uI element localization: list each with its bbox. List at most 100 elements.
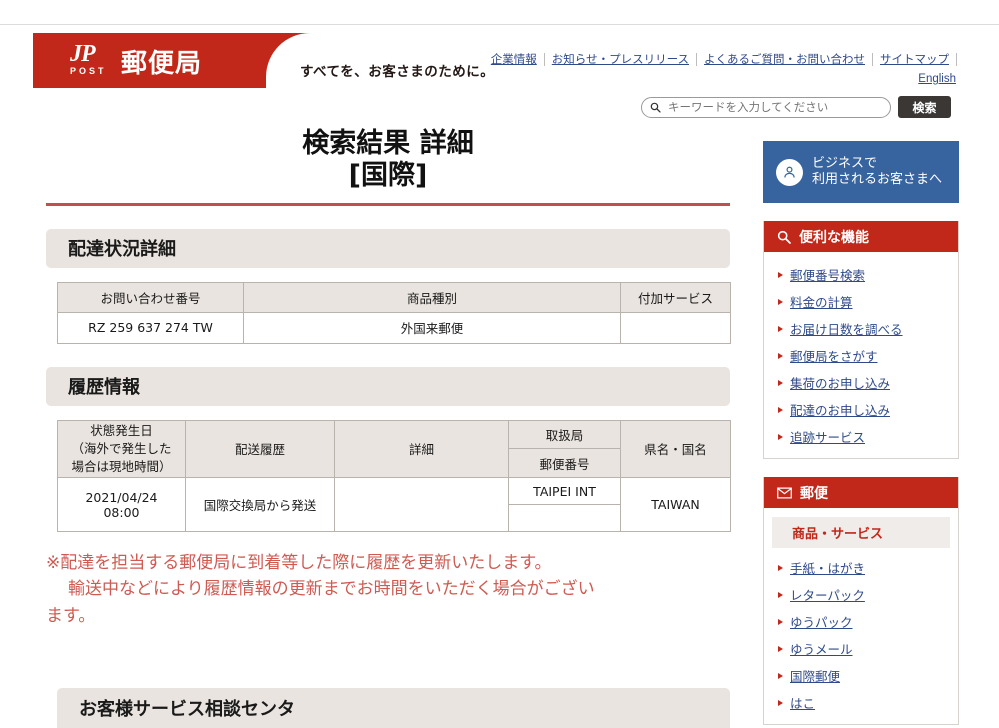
sidebar-item-yu-mail[interactable]: ゆうメール — [764, 635, 958, 662]
sidebar-item-letterpack[interactable]: レターパック — [764, 581, 958, 608]
table-row: 2021/04/24 08:00 国際交換局から発送 TAIPEI INT TA… — [57, 477, 731, 533]
sidebar-item-delivery-days[interactable]: お届け日数を調べる — [764, 315, 958, 342]
col-product-type: 商品種別 — [243, 281, 621, 313]
cell-status-date: 2021/04/24 08:00 — [57, 477, 186, 533]
site-logo[interactable]: JP POST 郵便局 — [68, 42, 202, 80]
nav-link-faq[interactable]: よくあるご質問・お問い合わせ — [697, 51, 872, 67]
envelope-icon — [777, 487, 792, 498]
sidebar-item-international-mail[interactable]: 国際郵便 — [764, 662, 958, 689]
bullet-triangle-icon — [778, 591, 783, 598]
bullet-triangle-icon — [778, 325, 783, 332]
business-banner-line1: ビジネスで — [812, 155, 878, 171]
page-title-line1: 検索結果 詳細 — [302, 128, 474, 159]
col-tracking-number: お問い合わせ番号 — [57, 281, 244, 313]
sidebar-item-label[interactable]: 集荷のお申し込み — [790, 373, 890, 392]
nav-link-sitemap[interactable]: サイトマップ — [873, 51, 956, 67]
cell-shipping-history: 国際交換局から発送 — [185, 477, 335, 533]
search-input[interactable] — [666, 99, 881, 115]
update-notice: ※配達を担当する郵便局に到着等した際に履歴を更新いたします。 輸送中などにより履… — [46, 550, 730, 629]
panel-mail: 郵便 商品・サービス 手紙・はがき レターパック ゆうパック ゆうメール 国際郵… — [763, 477, 959, 725]
search-button[interactable]: 検索 — [898, 96, 951, 118]
col-extra-service: 付加サービス — [620, 281, 731, 313]
panel-header-convenient-functions: 便利な機能 — [764, 221, 958, 252]
bullet-triangle-icon — [778, 699, 783, 706]
sidebar-item-label[interactable]: 郵便番号検索 — [790, 265, 865, 284]
notice-line2: 輸送中などにより履歴情報の更新までお時間をいただく場合がござい — [68, 579, 595, 600]
top-spacer — [0, 0, 999, 24]
sidebar-item-label[interactable]: ゆうメール — [790, 639, 853, 658]
logo-wordmark: 郵便局 — [121, 48, 203, 79]
sidebar-item-delivery-request[interactable]: 配達のお申し込み — [764, 396, 958, 423]
panel-body: 郵便番号検索 料金の計算 お届け日数を調べる 郵便局をさがす 集荷のお申し込み … — [764, 252, 958, 458]
table-row: RZ 259 637 274 TW 外国来郵便 — [57, 311, 731, 344]
main-content: 検索結果 詳細 [国際] 配達状況詳細 お問い合わせ番号 商品種別 付加サービス… — [46, 128, 731, 629]
sidebar-item-fee-calculation[interactable]: 料金の計算 — [764, 288, 958, 315]
bullet-triangle-icon — [778, 618, 783, 625]
cell-status-date-line1: 2021/04/24 — [85, 489, 158, 505]
col-status-date-line1: 状態発生日 — [90, 422, 153, 438]
panel-title: 郵便 — [800, 485, 828, 502]
bullet-triangle-icon — [778, 298, 783, 305]
business-banner-text: ビジネスで 利用されるお客さまへ — [812, 156, 942, 189]
jp-mark-letters: JP — [70, 41, 96, 67]
history-table: 状態発生日 （海外で発生した 場合は現地時間） 配送履歴 詳細 取扱局 県名・国… — [57, 419, 731, 533]
col-status-date-line2: （海外で発生した — [71, 440, 172, 456]
bullet-triangle-icon — [778, 379, 783, 386]
notice-line3: ます。 — [46, 605, 96, 626]
sidebar-item-tracking-service[interactable]: 追跡サービス — [764, 423, 958, 450]
search-icon — [777, 230, 791, 244]
sidebar-item-label[interactable]: レターパック — [790, 585, 865, 604]
cell-extra-service — [620, 311, 731, 344]
site-tagline: すべてを、お客さまのために。 — [300, 64, 495, 80]
col-status-date: 状態発生日 （海外で発生した 場合は現地時間） — [57, 419, 186, 479]
right-sidebar: ビジネスで 利用されるお客さまへ 便利な機能 郵便番号検索 料金の計算 お届け日 — [763, 141, 959, 725]
col-shipping-history: 配送履歴 — [185, 419, 335, 479]
sidebar-item-letters-postcards[interactable]: 手紙・はがき — [764, 554, 958, 581]
jp-post-logo-icon: JP POST — [68, 42, 112, 80]
section-heading-delivery-status: 配達状況詳細 — [46, 228, 730, 268]
col-postal-code: 郵便番号 — [508, 448, 621, 479]
business-customers-banner[interactable]: ビジネスで 利用されるお客さまへ — [763, 141, 959, 203]
bullet-triangle-icon — [778, 406, 783, 413]
col-status-date-line3: 場合は現地時間） — [71, 458, 172, 474]
col-region-country: 県名・国名 — [620, 419, 731, 479]
delivery-status-table: お問い合わせ番号 商品種別 付加サービス RZ 259 637 274 TW 外… — [57, 281, 731, 344]
bullet-triangle-icon — [778, 433, 783, 440]
sub-heading-products-services: 商品・サービス — [772, 517, 950, 548]
sidebar-item-hako[interactable]: はこ — [764, 689, 958, 716]
title-divider — [46, 202, 730, 206]
english-nav: English — [918, 73, 956, 85]
cell-detail — [334, 477, 509, 533]
sidebar-item-label[interactable]: お届け日数を調べる — [790, 319, 903, 338]
nav-link-news[interactable]: お知らせ・プレスリリース — [545, 51, 696, 67]
search-box[interactable] — [641, 96, 891, 118]
nav-link-corporate[interactable]: 企業情報 — [484, 51, 544, 67]
sidebar-item-postal-code-search[interactable]: 郵便番号検索 — [764, 261, 958, 288]
bullet-triangle-icon — [778, 645, 783, 652]
sidebar-item-label[interactable]: はこ — [790, 693, 815, 712]
sidebar-item-find-post-office[interactable]: 郵便局をさがす — [764, 342, 958, 369]
sidebar-item-label[interactable]: 郵便局をさがす — [790, 346, 878, 365]
sidebar-item-label[interactable]: 配達のお申し込み — [790, 400, 890, 419]
panel-convenient-functions: 便利な機能 郵便番号検索 料金の計算 お届け日数を調べる 郵便局をさがす 集荷の… — [763, 221, 959, 459]
cell-product-type: 外国来郵便 — [243, 311, 621, 344]
sidebar-item-yu-pack[interactable]: ゆうパック — [764, 608, 958, 635]
col-handling-office: 取扱局 — [508, 419, 621, 450]
section-heading-customer-service: お客様サービス相談センタ — [57, 688, 730, 728]
sidebar-item-label[interactable]: 追跡サービス — [790, 427, 865, 446]
panel-header-mail: 郵便 — [764, 477, 958, 508]
panel-title: 便利な機能 — [799, 229, 869, 246]
sidebar-item-label[interactable]: 手紙・はがき — [790, 558, 865, 577]
page-title: 検索結果 詳細 [国際] — [46, 128, 730, 196]
business-user-icon — [776, 158, 803, 186]
site-search: 検索 — [641, 96, 951, 118]
sidebar-item-label[interactable]: ゆうパック — [790, 612, 853, 631]
jp-mark-post-text: POST — [70, 66, 107, 76]
sidebar-item-pickup-request[interactable]: 集荷のお申し込み — [764, 369, 958, 396]
nav-link-english[interactable]: English — [918, 73, 956, 85]
sidebar-item-label[interactable]: 国際郵便 — [790, 666, 840, 685]
cell-handling-office: TAIPEI INT — [508, 477, 621, 506]
nav-separator — [956, 52, 957, 66]
sidebar-item-label[interactable]: 料金の計算 — [790, 292, 853, 311]
cell-tracking-number: RZ 259 637 274 TW — [57, 311, 244, 344]
